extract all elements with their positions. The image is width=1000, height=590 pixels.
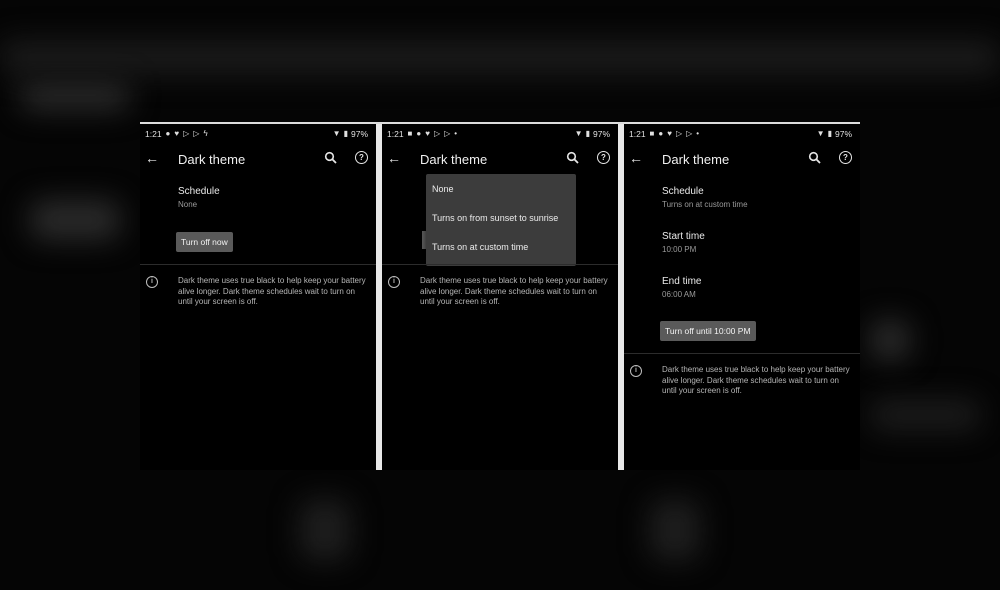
dot-icon: • — [454, 129, 458, 138]
chat-icon: ● — [416, 129, 422, 138]
status-time: 1:21 — [387, 129, 404, 139]
help-icon[interactable]: ? — [355, 151, 368, 164]
menu-item-custom-time[interactable]: Turns on at custom time — [432, 242, 528, 252]
dot-icon: • — [696, 129, 700, 138]
play-icon: ▷ — [183, 129, 190, 138]
battery-percent: 97% — [592, 129, 610, 139]
arrow-left-icon[interactable]: ← — [629, 150, 643, 166]
location-icon: ♥ — [425, 129, 430, 138]
toolbar: ← Dark theme ? — [140, 150, 376, 172]
info-icon: i — [388, 276, 400, 288]
battery-percent: 97% — [350, 129, 368, 139]
schedule-title: Schedule — [178, 186, 220, 197]
wifi-icon: ▼ — [816, 129, 825, 138]
schedule-title: Schedule — [662, 186, 704, 197]
schedule-dropdown-menu: None Turns on from sunset to sunrise Tur… — [426, 174, 576, 266]
start-time-title: Start time — [662, 231, 705, 242]
flash-icon: ϟ — [203, 129, 208, 138]
image-icon: ■ — [407, 129, 413, 138]
play-icon: ▷ — [433, 129, 441, 138]
info-text: Dark theme uses true black to help keep … — [420, 276, 608, 306]
play-store-icon: ▷ — [686, 129, 693, 138]
play-icon: ▷ — [675, 129, 683, 138]
menu-item-sunset-sunrise[interactable]: Turns on from sunset to sunrise — [432, 213, 558, 223]
battery-icon: ▮ — [585, 129, 590, 138]
location-icon: ♥ — [667, 129, 672, 138]
toolbar: ← Dark theme ? — [624, 150, 860, 172]
start-time-value: 10:00 PM — [662, 245, 697, 254]
search-icon[interactable] — [808, 151, 822, 165]
play-store-icon: ▷ — [193, 129, 200, 138]
status-bar: 1:21 ■ ● ♥ ▷ ▷ • ▼ ▮ 97% — [629, 128, 852, 140]
start-time-preference[interactable]: Start time 10:00 PM — [662, 231, 705, 254]
info-icon: i — [630, 365, 642, 377]
turn-off-now-button[interactable]: Turn off now — [176, 232, 233, 252]
location-icon: ♥ — [174, 129, 180, 138]
status-time: 1:21 — [145, 129, 162, 139]
end-time-title: End time — [662, 276, 702, 287]
battery-percent: 97% — [834, 129, 852, 139]
battery-icon: ▮ — [827, 129, 832, 138]
divider — [140, 264, 376, 265]
page-title: Dark theme — [178, 152, 246, 167]
search-icon[interactable] — [324, 151, 338, 165]
page-title: Dark theme — [420, 152, 488, 167]
schedule-preference[interactable]: Schedule Turns on at custom time — [662, 186, 748, 209]
screenshot-frame: 1:21 ● ♥ ▷ ▷ ϟ ▼ ▮ 97% ← Dark theme ? Sc… — [140, 122, 860, 470]
info-text: Dark theme uses true black to help keep … — [662, 365, 850, 395]
end-time-preference[interactable]: End time 06:00 AM — [662, 276, 701, 299]
info-icon: i — [146, 276, 158, 288]
status-bar: 1:21 ● ♥ ▷ ▷ ϟ ▼ ▮ 97% — [145, 128, 368, 140]
phone-screen-2: 1:21 ■ ● ♥ ▷ ▷ • ▼ ▮ 97% ← Dark theme ? … — [382, 124, 618, 470]
schedule-preference[interactable]: Schedule None — [178, 186, 220, 209]
image-icon: ■ — [649, 129, 655, 138]
battery-icon: ▮ — [343, 129, 348, 138]
end-time-value: 06:00 AM — [662, 290, 696, 299]
wifi-icon: ▼ — [332, 129, 341, 138]
help-icon[interactable]: ? — [597, 151, 610, 164]
chat-icon: ● — [165, 129, 171, 138]
phone-screen-3: 1:21 ■ ● ♥ ▷ ▷ • ▼ ▮ 97% ← Dark theme ? … — [624, 124, 860, 470]
info-text: Dark theme uses true black to help keep … — [178, 276, 366, 306]
wifi-icon: ▼ — [574, 129, 583, 138]
page-title: Dark theme — [662, 152, 730, 167]
arrow-left-icon[interactable]: ← — [387, 150, 401, 166]
divider — [382, 264, 618, 265]
toolbar: ← Dark theme ? — [382, 150, 618, 172]
search-icon[interactable] — [566, 151, 580, 165]
status-time: 1:21 — [629, 129, 646, 139]
phone-screen-1: 1:21 ● ♥ ▷ ▷ ϟ ▼ ▮ 97% ← Dark theme ? Sc… — [140, 124, 376, 470]
menu-item-none[interactable]: None — [432, 184, 454, 194]
play-store-icon: ▷ — [444, 129, 451, 138]
schedule-value: None — [178, 200, 198, 209]
chat-icon: ● — [658, 129, 664, 138]
turn-off-until-button[interactable]: Turn off until 10:00 PM — [660, 321, 756, 341]
help-icon[interactable]: ? — [839, 151, 852, 164]
schedule-value: Turns on at custom time — [662, 200, 748, 209]
divider — [624, 353, 860, 354]
status-bar: 1:21 ■ ● ♥ ▷ ▷ • ▼ ▮ 97% — [387, 128, 610, 140]
arrow-left-icon[interactable]: ← — [145, 150, 159, 166]
